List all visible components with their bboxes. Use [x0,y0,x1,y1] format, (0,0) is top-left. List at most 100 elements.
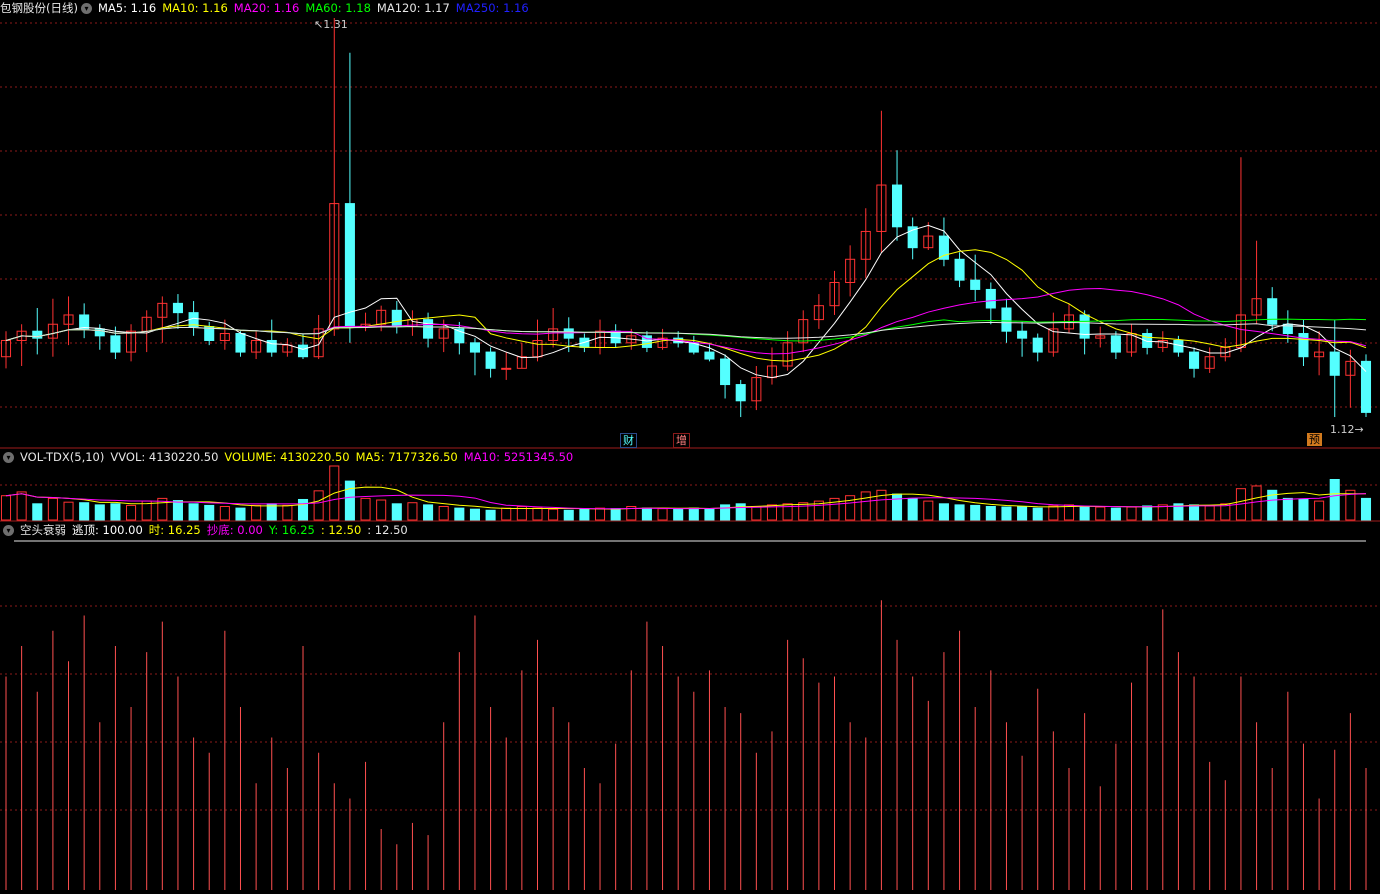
volume-bar [438,506,449,521]
volume-bar [423,504,434,521]
candle-body [704,351,715,360]
volume-bar [1063,504,1075,521]
indicator-toggle-icon[interactable]: ▾ [3,524,14,536]
volume-bar [610,508,621,521]
candle-body [485,351,496,369]
ma10-line [5,249,1367,362]
volume-toggle-icon[interactable]: ▾ [3,451,14,463]
stock-title: 包钢股份(日线) [0,1,78,15]
taoding-value: 逃顶: 100.00 [72,523,143,537]
candle-body [1329,351,1340,376]
volume-bar [548,508,559,521]
marker-yu[interactable]: 预 [1307,433,1322,446]
stock-chart[interactable] [0,0,1380,894]
volume-bar [313,490,324,521]
volume-bar [79,502,90,521]
volume-bar [751,506,762,521]
volume-bar [407,502,418,521]
main-chart-legend: 包钢股份(日线) ▾ MA5: 1.16 MA10: 1.16 MA20: 1.… [0,0,535,16]
volume-bar [1204,505,1215,521]
candle-body [344,203,355,328]
volume-bar [1126,506,1137,521]
volume-bar [0,495,12,521]
volume-bar [657,508,668,521]
volume-bar [376,499,387,521]
volume-bar [860,491,871,521]
candle-body [501,367,512,370]
candle-body [79,314,90,330]
volume-bar [1001,506,1012,521]
volume-bar [126,504,137,521]
volume-bar [251,504,262,521]
volume-bar [735,503,746,521]
volume-bar [938,503,949,521]
candle-body [735,384,746,402]
volume-bar [1282,497,1293,521]
volume-bar [673,508,684,521]
volume-bar [16,491,27,521]
volume-bar [594,507,606,521]
marker-cai[interactable]: 财 [620,433,637,448]
volume-bar [485,509,496,521]
ma250-value: MA250: 1.16 [455,1,529,15]
marker-zeng[interactable]: 增 [673,433,690,448]
candle-body [1032,337,1043,353]
volume-bar [1329,479,1340,521]
candle-body [423,319,434,339]
volume-bar [1110,507,1121,521]
arrow-icon: ↖ [314,18,324,31]
line-a-value: : 12.50 [320,523,362,537]
volume-bar [63,501,74,521]
volume-bar [172,500,183,521]
volume-bar [845,495,856,521]
y-value: Y: 16.25 [268,523,315,537]
ma20-line [5,288,1367,355]
candle-body [1001,307,1012,332]
volume-bar [579,508,590,521]
candle-body [297,344,309,358]
high-price-label: ↖1.31 [314,18,348,31]
volume-bar [985,506,996,521]
shi-value: 时: 16.25 [148,523,201,537]
volume-bar [923,500,934,521]
volume-bar [204,504,215,521]
legend-toggle-icon[interactable]: ▾ [80,2,92,14]
volume-bar [1251,485,1262,521]
candle-body [954,258,965,281]
volume-bar [110,503,121,521]
volume-bar [219,506,230,521]
volume-bar [1142,505,1153,521]
volume-bar [892,493,903,521]
volume-bar [1017,506,1028,521]
candle-body [172,302,183,314]
volume-bar [1360,497,1372,521]
volume-bar [1095,506,1106,521]
volume-bar [94,504,105,521]
chaodi-value: 抄底: 0.00 [206,523,263,537]
volume-bar [1298,498,1309,521]
volume-bar [532,507,543,521]
volume-bar [1079,506,1090,521]
volume-legend: ▾ VOL-TDX(5,10) VVOL: 4130220.50 VOLUME:… [0,449,579,465]
volume-bar [391,503,402,521]
volume-bar [641,507,652,521]
volume-bar [798,502,809,521]
ma5-value: MA5: 1.16 [97,1,157,15]
candle-body [1267,298,1278,325]
candle-body [720,358,731,386]
volume-title: VOL-TDX(5,10) [20,450,105,464]
volume-bar [454,507,465,521]
volume-bar [282,504,293,521]
candle-body [391,309,402,328]
volume-bar [720,504,731,521]
volume-bar [32,503,43,521]
vol-ma5-value: MA5: 7177326.50 [355,450,458,464]
line-b-value: : 12.50 [367,523,408,537]
volume-bar [469,508,480,521]
volume-bar [344,480,355,521]
candle-body [1189,351,1200,369]
volume-bar [297,498,309,521]
candle-body [892,184,903,228]
volume-bar [1048,505,1059,521]
low-price-label: 1.12→ [1330,423,1364,436]
